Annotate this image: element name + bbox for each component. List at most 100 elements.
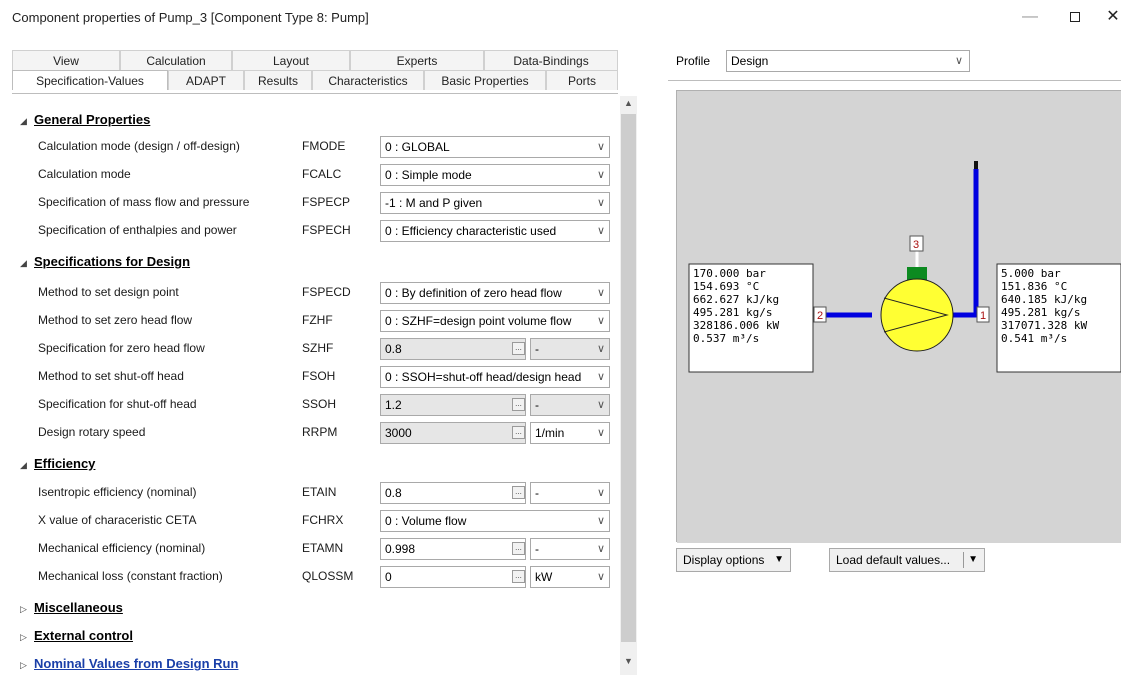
tab-calculation[interactable]: Calculation — [120, 50, 232, 70]
tab-view[interactable]: View — [12, 50, 120, 70]
qlossm-input[interactable]: 0 — [380, 566, 526, 588]
button-label: Display options — [683, 553, 765, 567]
window-title: Component properties of Pump_3 [Componen… — [12, 10, 369, 25]
collapse-icon[interactable]: ◢ — [20, 258, 34, 269]
chevron-down-icon: ∨ — [596, 343, 605, 355]
property-key: FCALC — [302, 167, 342, 181]
section-nominal-values[interactable]: ▷ Nominal Values from Design Run — [20, 656, 238, 671]
expand-icon[interactable]: ▷ — [20, 632, 34, 643]
ssoh-input[interactable]: 1.2 — [380, 394, 526, 416]
pump-icon[interactable] — [880, 278, 954, 352]
section-specifications-for-design[interactable]: ◢ Specifications for Design — [20, 254, 190, 269]
property-key: FSPECD — [302, 285, 351, 299]
select-value: 0 : By definition of zero head flow — [385, 286, 562, 300]
property-row-fchrx: X value of characeristic CETA FCHRX 0 : … — [12, 507, 612, 535]
select-value: 0 : Volume flow — [385, 514, 467, 528]
section-title: External control — [34, 628, 133, 643]
property-key: SZHF — [302, 341, 334, 355]
section-miscellaneous[interactable]: ▷ Miscellaneous — [20, 600, 123, 615]
etain-input[interactable]: 0.8 — [380, 482, 526, 504]
fmode-select[interactable]: 0 : GLOBAL ∨ — [380, 136, 610, 158]
property-label: Method to set design point — [38, 285, 179, 299]
tab-characteristics[interactable]: Characteristics — [312, 70, 424, 90]
fsoh-select[interactable]: 0 : SSOH=shut-off head/design head ∨ — [380, 366, 610, 388]
rrpm-input[interactable]: 3000 — [380, 422, 526, 444]
minimize-icon[interactable]: — — [1015, 6, 1045, 28]
scroll-up-icon[interactable]: ▲ — [620, 98, 637, 114]
port-3-label: 3 — [913, 239, 919, 251]
etamn-unit-select[interactable]: - ∨ — [530, 538, 610, 560]
etain-unit-select[interactable]: - ∨ — [530, 482, 610, 504]
property-label: Method to set zero head flow — [38, 313, 193, 327]
qlossm-unit-select[interactable]: kW ∨ — [530, 566, 610, 588]
tab-basic-properties[interactable]: Basic Properties — [424, 70, 546, 90]
tab-divider — [12, 93, 618, 94]
fspech-select[interactable]: 0 : Efficiency characteristic used ∨ — [380, 220, 610, 242]
profile-select[interactable]: Design ∨ — [726, 50, 970, 72]
dropdown-arrow-icon: ▼ — [774, 554, 784, 565]
chevron-down-icon: ∨ — [594, 193, 605, 213]
section-general-properties[interactable]: ◢ General Properties — [20, 112, 150, 127]
profile-value: Design — [731, 54, 769, 68]
fcalc-select[interactable]: 0 : Simple mode ∨ — [380, 164, 610, 186]
szhf-unit-select[interactable]: - ∨ — [530, 338, 610, 360]
chevron-down-icon: ∨ — [596, 571, 605, 583]
section-efficiency[interactable]: ◢ Efficiency — [20, 456, 95, 471]
rrpm-unit-select[interactable]: 1/min ∨ — [530, 422, 610, 444]
ellipsis-icon[interactable]: ... — [512, 486, 525, 499]
scrollbar-thumb[interactable] — [621, 114, 636, 642]
chevron-down-icon: ∨ — [594, 367, 605, 387]
component-diagram[interactable]: 3 2 1 170.000 bar 154.693 °C 662.627 kJ/… — [676, 90, 1121, 543]
tab-specification-values[interactable]: Specification-Values — [12, 70, 168, 90]
tab-experts[interactable]: Experts — [350, 50, 484, 70]
expand-icon[interactable]: ▷ — [20, 604, 34, 615]
property-key: ETAIN — [302, 485, 337, 499]
collapse-icon[interactable]: ◢ — [20, 460, 34, 471]
property-key: SSOH — [302, 397, 337, 411]
select-value: 0 : GLOBAL — [385, 140, 450, 154]
collapse-icon[interactable]: ◢ — [20, 116, 34, 127]
unit-value: kW — [535, 570, 553, 584]
property-row-fzhf: Method to set zero head flow FZHF 0 : SZ… — [12, 307, 612, 335]
display-options-button[interactable]: Display options ▼ — [676, 548, 791, 572]
close-icon[interactable]: ✕ — [1098, 6, 1121, 28]
profile-label: Profile — [676, 54, 711, 68]
tab-bar: View Calculation Layout Experts Data-Bin… — [12, 50, 618, 94]
property-label: Specification of enthalpies and power — [38, 223, 237, 237]
ellipsis-icon[interactable]: ... — [512, 570, 525, 583]
section-title: Efficiency — [34, 456, 96, 471]
scroll-down-icon[interactable]: ▼ — [620, 656, 637, 672]
fspecd-select[interactable]: 0 : By definition of zero head flow ∨ — [380, 282, 610, 304]
section-external-control[interactable]: ▷ External control — [20, 628, 133, 643]
chevron-down-icon: ∨ — [594, 511, 605, 531]
tab-results[interactable]: Results — [244, 70, 312, 90]
load-default-values-button[interactable]: Load default values... ▼ — [829, 548, 985, 572]
property-row-fmode: Calculation mode (design / off-design) F… — [12, 133, 612, 161]
tab-ports[interactable]: Ports — [546, 70, 618, 90]
select-value: 0 : Simple mode — [385, 168, 472, 182]
fchrx-select[interactable]: 0 : Volume flow ∨ — [380, 510, 610, 532]
panel-divider — [668, 80, 1121, 81]
etamn-input[interactable]: 0.998 — [380, 538, 526, 560]
property-key: ETAMN — [302, 541, 344, 555]
fzhf-select[interactable]: 0 : SZHF=design point volume flow ∨ — [380, 310, 610, 332]
property-label: Method to set shut-off head — [38, 369, 184, 383]
property-row-etain: Isentropic efficiency (nominal) ETAIN 0.… — [12, 479, 612, 507]
ellipsis-icon[interactable]: ... — [512, 342, 525, 355]
expand-icon[interactable]: ▷ — [20, 660, 34, 671]
close-glyph: ✕ — [1106, 8, 1120, 25]
ssoh-unit-select[interactable]: - ∨ — [530, 394, 610, 416]
ellipsis-icon[interactable]: ... — [512, 426, 525, 439]
ellipsis-icon[interactable]: ... — [512, 542, 525, 555]
fspecp-select[interactable]: -1 : M and P given ∨ — [380, 192, 610, 214]
chevron-down-icon: ∨ — [594, 283, 605, 303]
property-row-fspech: Specification of enthalpies and power FS… — [12, 217, 612, 245]
tab-layout[interactable]: Layout — [232, 50, 350, 70]
tab-data-bindings[interactable]: Data-Bindings — [484, 50, 618, 70]
tab-adapt[interactable]: ADAPT — [168, 70, 244, 90]
maximize-icon[interactable] — [1060, 6, 1090, 28]
szhf-input[interactable]: 0.8 — [380, 338, 526, 360]
vertical-scrollbar[interactable]: ▲ ▼ — [620, 96, 637, 675]
dropdown-arrow-icon[interactable]: ▼ — [968, 549, 978, 571]
ellipsis-icon[interactable]: ... — [512, 398, 525, 411]
